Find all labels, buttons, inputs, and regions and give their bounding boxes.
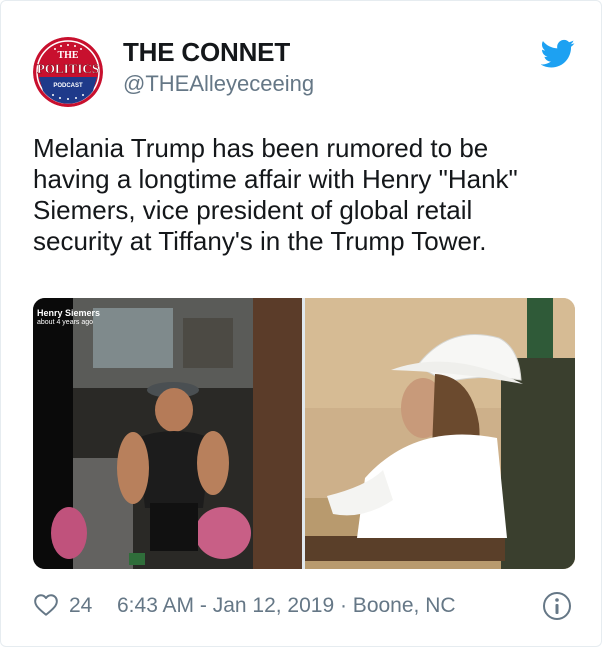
- info-icon[interactable]: [542, 591, 572, 621]
- tweet-text: Melania Trump has been rumored to be hav…: [33, 133, 518, 256]
- like-count: 24: [69, 594, 93, 617]
- photo-overlay-time: about 4 years ago: [37, 319, 94, 326]
- heart-icon[interactable]: [33, 592, 59, 618]
- gym-selfie-photo[interactable]: Henry Siemers about 4 years ago: [33, 298, 302, 569]
- author-handle[interactable]: @THEAlleyeceeing: [123, 71, 314, 97]
- photo-overlay-name: Henry Siemers: [37, 308, 101, 318]
- logo-text-politics: POLITICS: [37, 61, 99, 76]
- tweet-footer: 24 6:43 AM - Jan 12, 2019 · Boone, NC: [33, 589, 575, 625]
- politics-podcast-logo: THE POLITICS PODCAST: [33, 37, 103, 107]
- tweet-media: Henry Siemers about 4 years ago: [33, 298, 575, 569]
- author-display-name[interactable]: THE CONNET: [123, 37, 290, 68]
- tweet-card: THE POLITICS PODCAST THE CONNET @THEAlle…: [0, 0, 602, 647]
- pith-helmet-photo[interactable]: [305, 298, 575, 569]
- twitter-bird-icon[interactable]: [540, 39, 575, 69]
- tweet-timestamp[interactable]: 6:43 AM - Jan 12, 2019 · Boone, NC: [117, 594, 456, 618]
- logo-text-the: THE: [57, 50, 78, 61]
- author-avatar[interactable]: THE POLITICS PODCAST: [33, 37, 103, 107]
- logo-text-podcast: PODCAST: [53, 83, 83, 89]
